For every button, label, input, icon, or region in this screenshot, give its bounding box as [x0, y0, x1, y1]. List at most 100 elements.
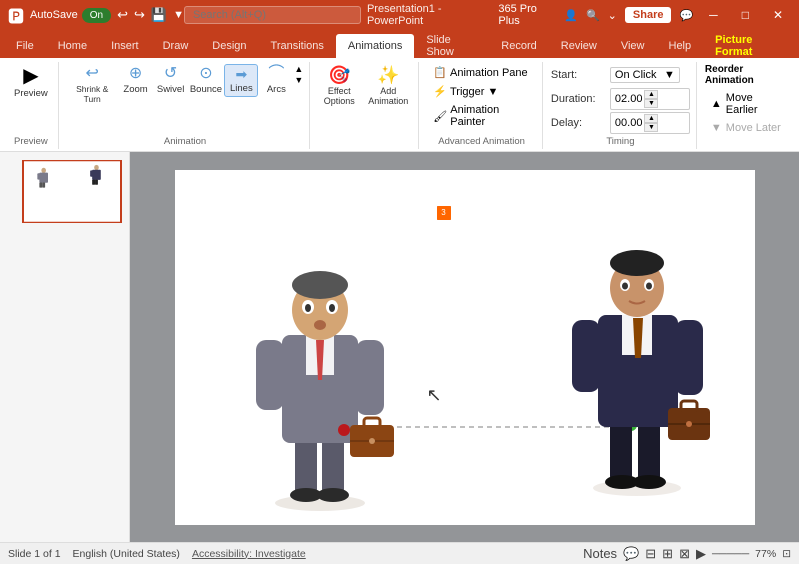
title-bar-right: 365 Pro Plus 👤 🔍 ⌄ Share 💬 ─ □ ✕: [498, 3, 791, 27]
delay-down[interactable]: ▼: [644, 123, 658, 132]
powerpoint-icon: 🅿: [8, 3, 24, 27]
title-bar-left: 🅿 AutoSave On ↩ ↪ 💾 ▼: [8, 3, 184, 27]
duration-value: 02.00 ▲ ▼: [610, 88, 690, 110]
comment-icon[interactable]: 💬: [679, 9, 693, 22]
ribbon-toggle-icon[interactable]: ⌄: [608, 9, 617, 22]
search-input[interactable]: [184, 6, 361, 24]
tab-picture-format[interactable]: Picture Format: [703, 34, 799, 58]
notes-btn[interactable]: Notes: [583, 546, 617, 561]
animation-painter-icon: 🖌: [433, 110, 447, 123]
tab-view[interactable]: View: [609, 34, 657, 58]
zoom-label: Zoom: [123, 84, 147, 95]
move-earlier-label: Move Earlier: [726, 92, 783, 116]
duration-row: Duration: 02.00 ▲ ▼: [551, 88, 690, 110]
tab-animations[interactable]: Animations: [336, 34, 414, 58]
left-figure-svg: [240, 235, 400, 515]
fit-to-window-icon[interactable]: ⊡: [782, 548, 791, 560]
more-icon[interactable]: ▼: [173, 9, 184, 21]
accessibility-label[interactable]: Accessibility: Investigate: [192, 548, 306, 560]
maximize-button[interactable]: □: [734, 8, 757, 22]
tab-transitions[interactable]: Transitions: [259, 34, 336, 58]
slide-info: Slide 1 of 1: [8, 548, 61, 560]
search-icon2[interactable]: 🔍: [586, 9, 600, 22]
tab-design[interactable]: Design: [200, 34, 258, 58]
scroll-down-icon[interactable]: ▼: [294, 75, 303, 85]
delay-row: Delay: 00.00 ▲ ▼: [551, 112, 690, 134]
zoom-btn[interactable]: ⊕ Zoom: [119, 64, 153, 97]
tab-file[interactable]: File: [4, 34, 46, 58]
move-later-btn[interactable]: ▼ Move Later: [705, 120, 787, 136]
view-slide-icon[interactable]: ⊞: [662, 546, 673, 562]
bounce-label: Bounce: [190, 84, 222, 95]
autosave-toggle[interactable]: On: [82, 8, 111, 23]
tab-insert[interactable]: Insert: [99, 34, 151, 58]
shrink-turn-label: Shrink & Turn: [71, 84, 114, 104]
tab-review[interactable]: Review: [549, 34, 609, 58]
undo-icon[interactable]: ↩: [117, 7, 128, 23]
move-later-label: Move Later: [726, 122, 781, 134]
swivel-btn[interactable]: ↺ Swivel: [154, 64, 188, 97]
zoom-slider[interactable]: ─────: [712, 548, 749, 560]
slide-canvas: 1 2 3: [130, 152, 799, 542]
effect-options-icon: 🎯: [328, 66, 350, 84]
add-animation-btn[interactable]: ✨ Add Animation: [364, 64, 412, 108]
cursor: ↖: [427, 385, 442, 406]
lines-icon: ➡: [235, 67, 247, 81]
lines-label: Lines: [230, 83, 253, 94]
animation-painter-btn[interactable]: 🖌 Animation Painter: [427, 102, 536, 130]
preview-icon: ▶: [23, 66, 38, 86]
status-left: Slide 1 of 1 English (United States) Acc…: [8, 548, 306, 560]
duration-up[interactable]: ▲: [644, 90, 658, 99]
duration-spinner[interactable]: ▲ ▼: [644, 90, 658, 108]
tabs-bar: File Home Insert Draw Design Transitions…: [0, 30, 799, 58]
tab-draw[interactable]: Draw: [151, 34, 201, 58]
delay-value: 00.00 ▲ ▼: [610, 112, 690, 134]
effect-options-btn[interactable]: 🎯 Effect Options: [318, 64, 360, 108]
shrink-turn-btn[interactable]: ↩ Shrink & Turn: [67, 64, 118, 106]
animation-pane-label: Animation Pane: [450, 67, 528, 79]
arcs-btn[interactable]: ⌒ Arcs: [259, 64, 293, 97]
duration-down[interactable]: ▼: [644, 99, 658, 108]
start-dropdown[interactable]: On Click ▼: [610, 67, 680, 83]
tab-record[interactable]: Record: [489, 34, 548, 58]
view-reading-icon[interactable]: ⊠: [679, 546, 690, 562]
view-normal-icon[interactable]: ⊟: [645, 546, 656, 562]
slide-thumbnail-1[interactable]: [22, 160, 122, 223]
delay-label: Delay:: [551, 117, 606, 129]
start-value: On Click: [615, 69, 657, 81]
trigger-btn[interactable]: ⚡ Trigger ▼: [427, 83, 504, 100]
move-earlier-btn[interactable]: ▲ Move Earlier: [705, 90, 789, 118]
slide-panel: 1: [0, 152, 799, 542]
figure-right[interactable]: [560, 210, 715, 503]
scroll-up-icon[interactable]: ▲: [294, 64, 303, 74]
shrink-turn-icon: ↩: [85, 66, 98, 82]
tab-help[interactable]: Help: [657, 34, 704, 58]
delay-spinner[interactable]: ▲ ▼: [644, 114, 658, 132]
figure-left[interactable]: [240, 235, 400, 518]
move-earlier-icon: ▲: [711, 98, 722, 110]
animation-pane-icon: 📋: [433, 66, 447, 79]
tab-home[interactable]: Home: [46, 34, 99, 58]
close-button[interactable]: ✕: [765, 8, 791, 22]
reorder-group: Reorder Animation ▲ Move Earlier ▼ Move …: [699, 62, 795, 149]
minimize-button[interactable]: ─: [701, 8, 726, 22]
preview-button[interactable]: ▶ Preview: [10, 64, 52, 101]
timing-group: Start: On Click ▼ Duration: 02.00 ▲ ▼ De…: [545, 62, 697, 149]
tab-slideshow[interactable]: Slide Show: [414, 34, 489, 58]
lines-btn[interactable]: ➡ Lines: [224, 64, 258, 97]
bounce-btn[interactable]: ⊙ Bounce: [189, 64, 224, 97]
comments-icon[interactable]: 💬: [623, 546, 639, 562]
save-icon[interactable]: 💾: [151, 7, 167, 23]
autosave-area: AutoSave On: [30, 8, 111, 23]
advanced-group-label: Advanced Animation: [427, 134, 536, 147]
delay-up[interactable]: ▲: [644, 114, 658, 123]
zoom-level: 77%: [755, 548, 776, 560]
slide-area: 1 2 3: [175, 170, 755, 525]
share-button[interactable]: Share: [625, 7, 672, 23]
animation-painter-label: Animation Painter: [450, 104, 530, 128]
move-later-icon: ▼: [711, 122, 722, 134]
view-slideshow-icon[interactable]: ▶: [696, 546, 706, 562]
animation-pane-btn[interactable]: 📋 Animation Pane: [427, 64, 533, 81]
redo-icon[interactable]: ↪: [134, 7, 145, 23]
duration-label: Duration:: [551, 93, 606, 105]
